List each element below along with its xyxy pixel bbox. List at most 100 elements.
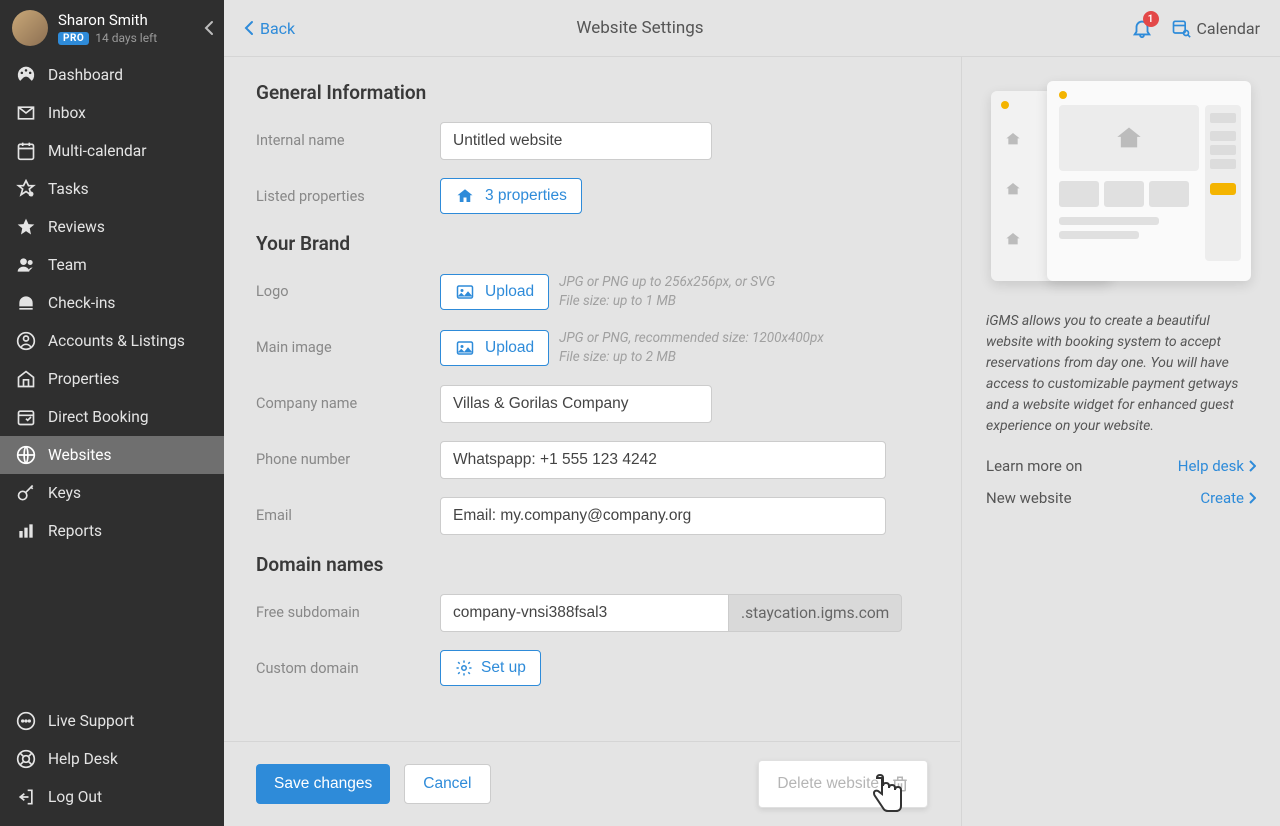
info-description: iGMS allows you to create a beautiful we… <box>986 311 1256 437</box>
sidebar-item-keys[interactable]: Keys <box>0 474 224 512</box>
sidebar-nav: Dashboard Inbox Multi-calendar Tasks Rev… <box>0 56 224 550</box>
sidebar-item-label: Tasks <box>48 180 89 198</box>
globe-icon <box>16 445 36 465</box>
section-brand-title: Your Brand <box>256 232 929 255</box>
custom-domain-label: Custom domain <box>256 650 440 677</box>
sidebar-item-team[interactable]: Team <box>0 246 224 284</box>
section-general-title: General Information <box>256 81 929 104</box>
notification-count: 1 <box>1143 11 1159 27</box>
sidebar-item-properties[interactable]: Properties <box>0 360 224 398</box>
calendar-link[interactable]: Calendar <box>1171 18 1260 38</box>
image-icon <box>455 283 475 301</box>
sidebar-item-label: Team <box>48 256 87 274</box>
sidebar-item-inbox[interactable]: Inbox <box>0 94 224 132</box>
lifebuoy-icon <box>16 749 36 769</box>
sidebar-item-direct-booking[interactable]: Direct Booking <box>0 398 224 436</box>
learn-more-label: Learn more on <box>986 457 1082 475</box>
sidebar-item-label: Websites <box>48 446 112 464</box>
internal-name-label: Internal name <box>256 122 440 149</box>
sidebar-item-dashboard[interactable]: Dashboard <box>0 56 224 94</box>
collapse-sidebar-icon[interactable] <box>204 20 214 36</box>
phone-input[interactable] <box>440 441 886 479</box>
main-image-hint: JPG or PNG, recommended size: 1200x400px… <box>559 329 824 367</box>
sidebar-item-label: Keys <box>48 484 81 502</box>
company-name-label: Company name <box>256 385 440 412</box>
subdomain-input[interactable] <box>440 594 728 632</box>
phone-label: Phone number <box>256 441 440 468</box>
key-icon <box>16 483 36 503</box>
sidebar-item-label: Log Out <box>48 788 102 806</box>
sidebar-item-label: Reviews <box>48 218 105 236</box>
website-illustration <box>991 81 1251 291</box>
section-domain-title: Domain names <box>256 553 929 576</box>
sidebar-item-multi-calendar[interactable]: Multi-calendar <box>0 132 224 170</box>
chart-icon <box>16 521 36 541</box>
help-desk-link[interactable]: Help desk <box>1178 457 1256 475</box>
sidebar-item-label: Multi-calendar <box>48 142 147 160</box>
sidebar-item-label: Accounts & Listings <box>48 332 185 350</box>
sidebar-item-check-ins[interactable]: Check-ins <box>0 284 224 322</box>
bell-service-icon <box>16 293 36 313</box>
sidebar-item-reports[interactable]: Reports <box>0 512 224 550</box>
delete-label: Delete website <box>777 775 879 793</box>
logo-hint: JPG or PNG up to 256x256px, or SVG File … <box>559 273 775 311</box>
booking-icon <box>16 407 36 427</box>
form-area: General Information Internal name Listed… <box>224 57 962 826</box>
main: Back Website Settings 1 Calendar General… <box>224 0 1280 826</box>
dashboard-icon <box>16 65 36 85</box>
delete-website-button[interactable]: Delete website <box>758 760 928 808</box>
logo-label: Logo <box>256 273 440 300</box>
back-label: Back <box>260 19 295 38</box>
upload-label: Upload <box>485 283 534 301</box>
house-icon <box>16 369 36 389</box>
sidebar-item-live-support[interactable]: Live Support <box>0 702 224 740</box>
free-subdomain-label: Free subdomain <box>256 594 440 621</box>
upload-label: Upload <box>485 339 534 357</box>
sidebar-item-help-desk[interactable]: Help Desk <box>0 740 224 778</box>
setup-label: Set up <box>481 659 526 677</box>
sidebar-item-log-out[interactable]: Log Out <box>0 778 224 816</box>
inbox-icon <box>16 103 36 123</box>
email-input[interactable] <box>440 497 886 535</box>
listed-properties-label: Listed properties <box>256 178 440 205</box>
sidebar-item-reviews[interactable]: Reviews <box>0 208 224 246</box>
internal-name-input[interactable] <box>440 122 712 160</box>
sidebar-item-websites[interactable]: Websites <box>0 436 224 474</box>
company-name-input[interactable] <box>440 385 712 423</box>
save-button[interactable]: Save changes <box>256 764 390 804</box>
avatar <box>12 10 48 46</box>
calendar-search-icon <box>1171 18 1191 38</box>
chat-icon <box>16 711 36 731</box>
sidebar-item-label: Dashboard <box>48 66 123 84</box>
chevron-left-icon <box>244 20 254 36</box>
sidebar-item-tasks[interactable]: Tasks <box>0 170 224 208</box>
email-label: Email <box>256 497 440 524</box>
logo-upload-button[interactable]: Upload <box>440 274 549 310</box>
footer-actions: Save changes Cancel Delete website <box>224 741 960 826</box>
notifications-button[interactable]: 1 <box>1131 17 1153 39</box>
back-button[interactable]: Back <box>244 19 295 38</box>
main-image-upload-button[interactable]: Upload <box>440 330 549 366</box>
setup-button[interactable]: Set up <box>440 650 541 686</box>
main-image-label: Main image <box>256 329 440 356</box>
sidebar-item-label: Live Support <box>48 712 134 730</box>
gear-icon <box>455 659 473 677</box>
chevron-right-icon <box>1248 492 1256 504</box>
sidebar: Sharon Smith PRO 14 days left Dashboard … <box>0 0 224 826</box>
cancel-button[interactable]: Cancel <box>404 764 490 804</box>
sidebar-item-label: Reports <box>48 522 102 540</box>
properties-button[interactable]: 3 properties <box>440 178 582 214</box>
trash-icon <box>891 775 909 793</box>
calendar-label: Calendar <box>1197 19 1260 38</box>
star-icon <box>16 217 36 237</box>
create-link[interactable]: Create <box>1200 489 1256 507</box>
house-icon <box>455 187 475 205</box>
topbar: Back Website Settings 1 Calendar <box>224 0 1280 56</box>
sidebar-item-label: Help Desk <box>48 750 118 768</box>
pro-badge: PRO <box>58 32 89 45</box>
chevron-right-icon <box>1248 460 1256 472</box>
user-circle-icon <box>16 331 36 351</box>
info-panel: iGMS allows you to create a beautiful we… <box>962 57 1280 826</box>
user-profile[interactable]: Sharon Smith PRO 14 days left <box>0 0 224 56</box>
sidebar-item-accounts[interactable]: Accounts & Listings <box>0 322 224 360</box>
